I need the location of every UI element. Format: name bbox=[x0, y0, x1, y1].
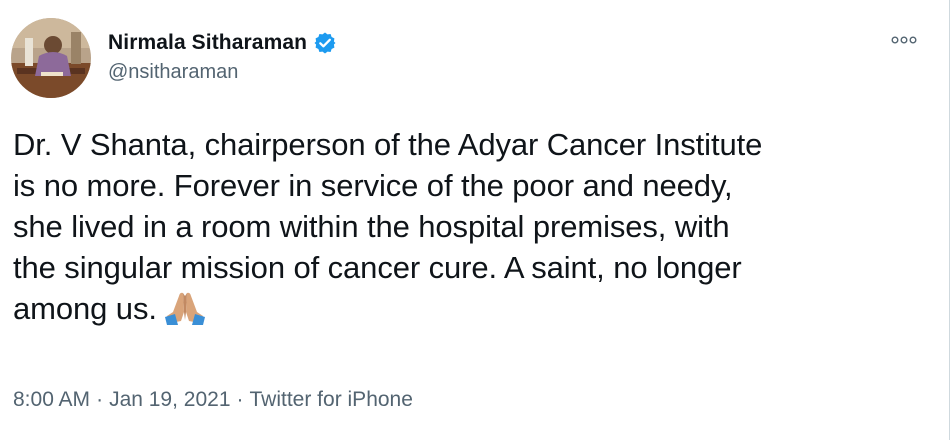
avatar[interactable] bbox=[11, 18, 91, 98]
more-options-button[interactable] bbox=[889, 28, 919, 52]
meta-separator: · bbox=[236, 388, 244, 411]
tweet-text: Dr. V Shanta, chairperson of the Adyar C… bbox=[13, 127, 763, 326]
tweet-meta: 8:00 AM · Jan 19, 2021 · Twitter for iPhone bbox=[13, 388, 413, 412]
display-name[interactable]: Nirmala Sitharaman bbox=[108, 31, 307, 55]
tweet-time[interactable]: 8:00 AM bbox=[13, 388, 90, 411]
tweet-card: Nirmala Sitharaman @nsitharaman Dr. V Sh… bbox=[0, 0, 950, 440]
tweet-body: Dr. V Shanta, chairperson of the Adyar C… bbox=[13, 124, 933, 336]
author-block: Nirmala Sitharaman @nsitharaman bbox=[108, 30, 337, 84]
verified-badge-icon bbox=[313, 31, 337, 55]
user-handle[interactable]: @nsitharaman bbox=[108, 61, 337, 84]
tweet-source[interactable]: Twitter for iPhone bbox=[250, 388, 413, 411]
meta-separator: · bbox=[96, 388, 104, 411]
more-options-icon bbox=[891, 36, 917, 44]
tweet-date[interactable]: Jan 19, 2021 bbox=[109, 388, 230, 411]
author-name-row: Nirmala Sitharaman bbox=[108, 30, 337, 56]
avatar-photo bbox=[11, 18, 91, 98]
folded-hands-icon bbox=[163, 290, 207, 336]
